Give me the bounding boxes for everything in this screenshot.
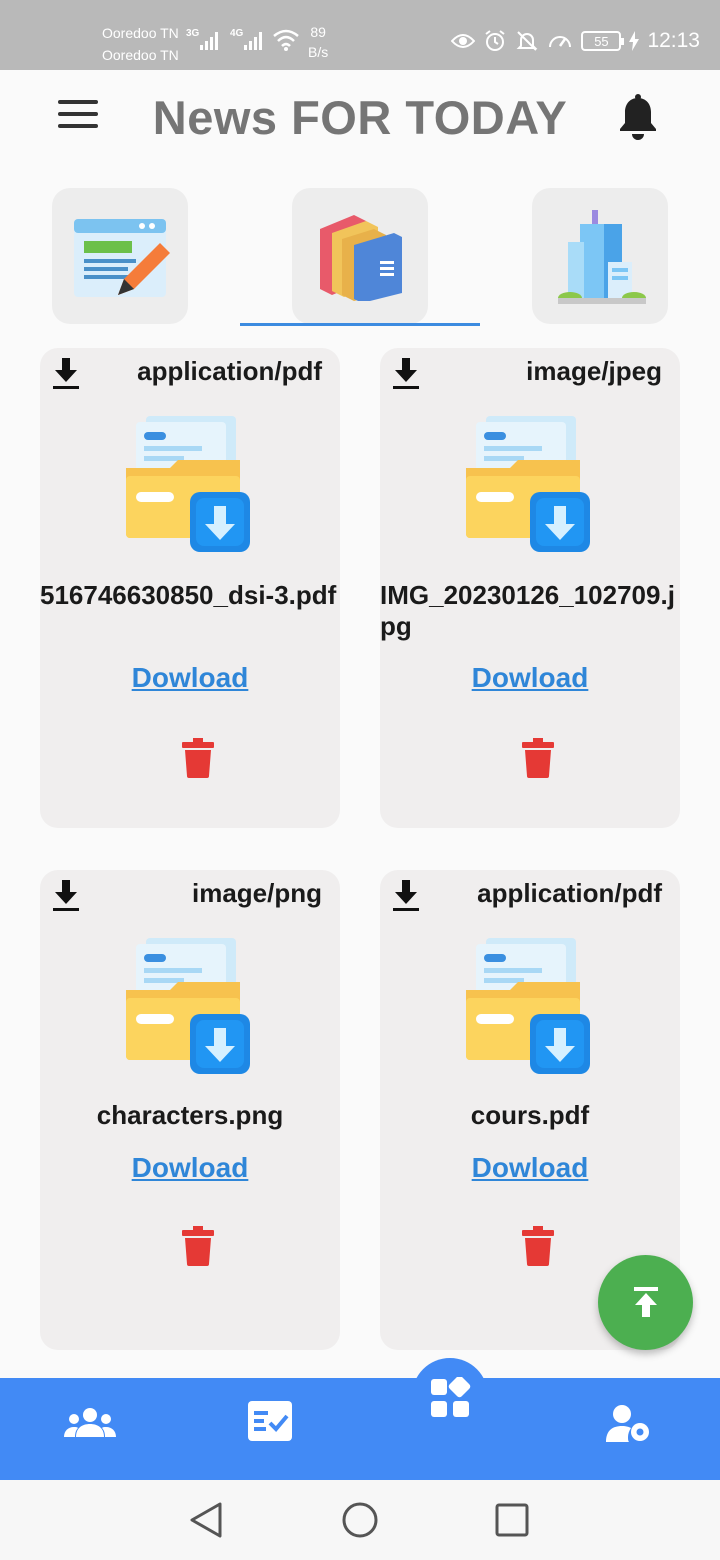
app-bar: News FOR TODAY — [0, 70, 720, 166]
carrier-names: Ooredoo TN Ooredoo TN — [102, 22, 179, 66]
tab-web-articles[interactable] — [52, 188, 188, 324]
selected-tab-indicator — [240, 323, 480, 326]
signal-1-icon — [200, 32, 220, 50]
task-list-icon — [248, 1401, 292, 1441]
mime-type: application/pdf — [477, 878, 662, 908]
mime-type: application/pdf — [137, 356, 322, 386]
file-card[interactable]: application/pdf 516746630850_dsi-3.pdf D… — [40, 348, 340, 828]
signal-2-icon — [244, 32, 264, 50]
nav-users[interactable] — [60, 1400, 120, 1446]
file-card[interactable]: image/png characters.png Dowload — [40, 870, 340, 1350]
page-title: News FOR TODAY — [152, 91, 568, 144]
file-card[interactable]: image/jpeg IMG_20230126_102709.jpg Dowlo… — [380, 348, 680, 828]
charging-icon — [629, 31, 640, 51]
download-icon[interactable] — [392, 358, 420, 390]
web-article-edit-icon — [74, 219, 170, 297]
home-icon[interactable] — [340, 1500, 380, 1540]
file-name: 516746630850_dsi-3.pdf — [40, 580, 337, 610]
file-name: IMG_20230126_102709.jpg — [380, 580, 675, 641]
wifi-icon — [273, 29, 299, 51]
download-link[interactable]: Dowload — [40, 662, 340, 694]
file-name: cours.pdf — [470, 1100, 590, 1130]
download-link[interactable]: Dowload — [40, 1152, 340, 1184]
network-type-1: 3G — [186, 28, 200, 39]
mime-type: image/png — [191, 878, 322, 908]
user-settings-icon — [606, 1405, 649, 1442]
battery-indicator: 55 — [581, 31, 625, 51]
status-bar: Ooredoo TN Ooredoo TN 3G 4G 89 B/s 55 12… — [0, 0, 720, 70]
file-name: characters.png — [96, 1100, 284, 1130]
eye-icon — [451, 34, 476, 48]
nav-user-settings[interactable] — [604, 1402, 654, 1446]
tab-documents[interactable] — [292, 188, 428, 324]
folder-download-icon — [466, 938, 590, 1074]
folder-download-icon — [466, 416, 590, 552]
nav-tasks[interactable] — [246, 1398, 294, 1444]
dashboard-widgets-icon — [431, 1377, 471, 1417]
download-link[interactable]: Dowload — [380, 662, 680, 694]
nav-dashboard[interactable] — [426, 1374, 474, 1422]
clock: 12:13 — [647, 29, 700, 52]
alarm-icon — [485, 30, 506, 51]
folder-download-icon — [126, 416, 250, 552]
download-icon[interactable] — [52, 358, 80, 390]
tab-company[interactable] — [532, 188, 668, 324]
download-icon[interactable] — [52, 880, 80, 912]
network-type-2: 4G — [230, 28, 244, 39]
carrier-2: Ooredoo TN — [102, 47, 179, 63]
office-building-icon — [558, 210, 646, 304]
download-icon[interactable] — [392, 880, 420, 912]
recents-icon[interactable] — [494, 1502, 530, 1538]
system-navigation-bar — [0, 1480, 720, 1560]
carrier-1: Ooredoo TN — [102, 25, 179, 41]
delete-icon[interactable] — [182, 738, 214, 778]
speed-value: 89 — [310, 24, 326, 40]
download-link[interactable]: Dowload — [380, 1152, 680, 1184]
network-speed: 89 B/s — [308, 22, 328, 62]
delete-icon[interactable] — [522, 1226, 554, 1266]
bell-icon[interactable] — [616, 94, 660, 140]
users-group-icon — [64, 1408, 116, 1437]
delete-icon[interactable] — [522, 738, 554, 778]
back-icon[interactable] — [188, 1500, 224, 1540]
speed-unit: B/s — [308, 44, 329, 60]
scroll-to-top-button[interactable] — [598, 1255, 693, 1350]
speedometer-icon — [549, 36, 572, 48]
folder-download-icon — [126, 938, 250, 1074]
mime-type: image/jpeg — [526, 356, 662, 386]
scroll-to-top-icon — [633, 1286, 658, 1317]
folders-stack-icon — [320, 215, 402, 301]
delete-icon[interactable] — [182, 1226, 214, 1266]
mute-bell-icon — [517, 31, 538, 51]
